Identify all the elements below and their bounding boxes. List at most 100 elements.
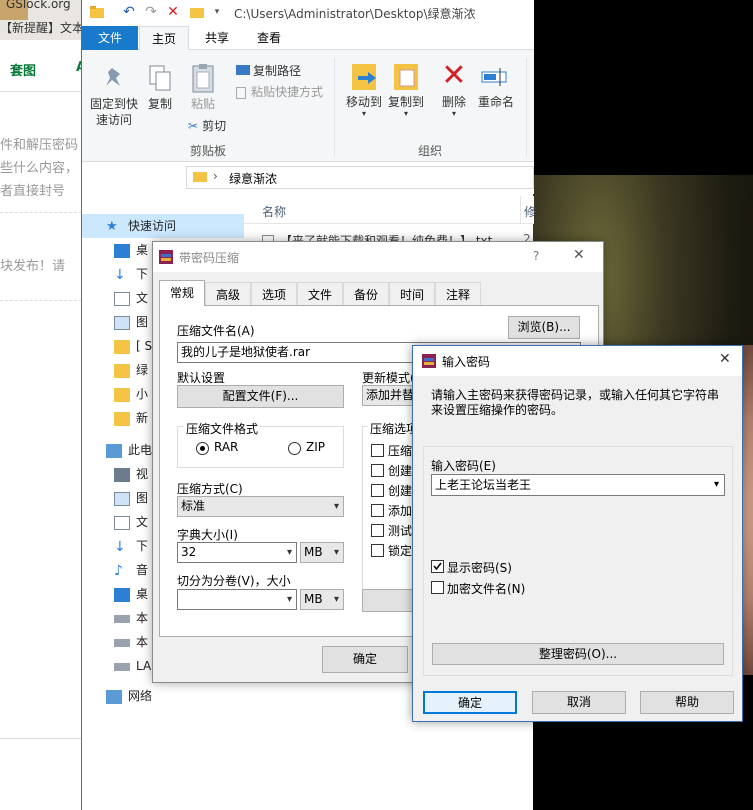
tab-file[interactable]: 文件 bbox=[82, 26, 138, 50]
address-bar[interactable]: › 绿意渐浓 bbox=[186, 166, 534, 189]
nav-item-label: [ S bbox=[136, 339, 153, 353]
nav-link-taotu[interactable]: 套图 bbox=[10, 60, 36, 79]
nav-item-local-disk[interactable]: 本 bbox=[114, 630, 148, 654]
tab-files[interactable]: 文件 bbox=[297, 282, 343, 306]
paste-shortcut-button[interactable]: 粘贴快捷方式 bbox=[236, 83, 323, 100]
nav-item-music[interactable]: ♪ 音 bbox=[114, 558, 148, 582]
delete-button[interactable]: ✕ 删除 ▾ bbox=[434, 60, 474, 118]
move-to-icon bbox=[348, 60, 380, 92]
copy-button[interactable]: 复制 bbox=[144, 62, 176, 112]
rename-button[interactable]: 重命名 bbox=[474, 60, 518, 110]
pin-quick-access-button[interactable]: 固定到快 速访问 bbox=[86, 62, 142, 128]
nav-quick-access[interactable]: ★ 快速访问 bbox=[106, 214, 176, 238]
delete-quick-icon[interactable]: ✕ bbox=[164, 3, 182, 21]
divider bbox=[0, 212, 82, 213]
password-cancel-button[interactable]: 取消 bbox=[532, 691, 626, 714]
split-size-select[interactable]: ▾ bbox=[177, 589, 297, 610]
dict-size-select[interactable]: 32 ▾ bbox=[177, 542, 297, 563]
browser-tab-title[interactable]: GSlock.org bbox=[6, 0, 71, 11]
nav-item-local-disk[interactable]: 本 bbox=[114, 606, 148, 630]
nav-item-folder[interactable]: 小 bbox=[114, 382, 148, 406]
desktop-icon bbox=[114, 243, 130, 258]
nav-network[interactable]: 网络 bbox=[106, 684, 152, 708]
password-input[interactable]: 上老王论坛当老王 ▾ bbox=[431, 474, 725, 496]
column-modified-header[interactable]: 修 bbox=[524, 203, 536, 220]
profiles-button[interactable]: 配置文件(F)... bbox=[177, 385, 344, 408]
nav-item-label: 文 bbox=[136, 515, 149, 529]
nav-item-documents[interactable]: 文 bbox=[114, 510, 148, 534]
dict-unit-select[interactable]: MB ▾ bbox=[300, 542, 344, 563]
method-select[interactable]: 标准 ▾ bbox=[177, 496, 344, 517]
option-checkbox[interactable] bbox=[371, 524, 384, 537]
folder-icon[interactable] bbox=[88, 3, 106, 21]
encrypt-filenames-checkbox[interactable] bbox=[431, 581, 444, 594]
archive-ok-button[interactable]: 确定 bbox=[322, 646, 408, 673]
tab-share[interactable]: 共享 bbox=[194, 26, 240, 50]
organize-passwords-button[interactable]: 整理密码(O)... bbox=[432, 643, 724, 665]
customize-toolbar-icon[interactable]: ▾ bbox=[208, 3, 226, 21]
browse-button[interactable]: 浏览(B)... bbox=[508, 316, 580, 339]
tab-comment[interactable]: 注释 bbox=[435, 282, 481, 306]
paste-button[interactable]: 粘贴 bbox=[186, 62, 220, 112]
nav-item-pictures[interactable]: 图 bbox=[114, 310, 148, 334]
dict-size-value: 32 bbox=[181, 545, 197, 559]
option-checkbox[interactable] bbox=[371, 444, 384, 457]
paste-shortcut-icon bbox=[236, 86, 246, 99]
nav-this-pc[interactable]: 此电 bbox=[106, 438, 152, 462]
redo-icon[interactable]: ↷ bbox=[142, 3, 160, 21]
option-checkbox[interactable] bbox=[371, 484, 384, 497]
close-icon[interactable]: ✕ bbox=[719, 351, 731, 367]
option-checkbox[interactable] bbox=[371, 504, 384, 517]
format-zip-label: ZIP bbox=[306, 440, 325, 454]
format-zip-radio[interactable] bbox=[288, 442, 301, 455]
password-help-button[interactable]: 帮助 bbox=[640, 691, 734, 714]
archive-dialog-title: 带密码压缩 bbox=[179, 251, 240, 265]
nav-item-pictures[interactable]: 图 bbox=[114, 486, 148, 510]
password-ok-button[interactable]: 确定 bbox=[423, 691, 517, 714]
nav-item-folder[interactable]: 绿 bbox=[114, 358, 148, 382]
option-label: 测试 bbox=[388, 524, 413, 538]
nav-quick-access-label: 快速访问 bbox=[128, 219, 177, 233]
close-icon[interactable]: ✕ bbox=[573, 247, 585, 263]
nav-item-drive[interactable]: LA bbox=[114, 654, 151, 678]
split-unit-select[interactable]: MB ▾ bbox=[300, 589, 344, 610]
chevron-down-icon[interactable]: ▾ bbox=[714, 475, 719, 495]
new-folder-icon[interactable] bbox=[188, 3, 206, 21]
browser-tab-title-2[interactable]: 【新提醒】文本 bbox=[0, 19, 82, 36]
help-question-icon[interactable]: ? bbox=[533, 249, 539, 263]
breadcrumb-current[interactable]: 绿意渐浓 bbox=[229, 170, 277, 187]
tab-general[interactable]: 常规 bbox=[159, 280, 205, 306]
move-to-button[interactable]: 移动到 ▾ bbox=[342, 60, 386, 118]
archive-name-label: 压缩文件名(A) bbox=[177, 324, 255, 338]
nav-item-videos[interactable]: 视 bbox=[114, 462, 148, 486]
split-label: 切分为分卷(V)，大小 bbox=[177, 574, 291, 588]
tab-advanced[interactable]: 高级 bbox=[205, 282, 251, 306]
show-password-checkbox[interactable] bbox=[431, 560, 444, 573]
option-label: 创建 bbox=[388, 464, 413, 478]
nav-item-desktop[interactable]: 桌 bbox=[114, 582, 148, 606]
tab-backup[interactable]: 备份 bbox=[343, 282, 389, 306]
document-icon bbox=[114, 515, 130, 530]
tab-home[interactable]: 主页 bbox=[139, 26, 189, 50]
tab-time[interactable]: 时间 bbox=[389, 282, 435, 306]
desktop-icon bbox=[114, 587, 130, 602]
delete-icon: ✕ bbox=[441, 58, 467, 93]
copy-to-button[interactable]: 复制到 ▾ bbox=[384, 60, 428, 118]
nav-item-folder[interactable]: [ S bbox=[114, 334, 152, 358]
tab-options[interactable]: 选项 bbox=[251, 282, 297, 306]
nav-item-desktop[interactable]: 桌 bbox=[114, 238, 148, 262]
nav-item-downloads[interactable]: ↓ 下 bbox=[114, 262, 148, 286]
format-rar-radio[interactable] bbox=[196, 442, 209, 455]
scissors-icon: ✂ bbox=[188, 119, 199, 133]
column-name-header[interactable]: 名称 bbox=[262, 203, 286, 220]
nav-item-folder[interactable]: 新 bbox=[114, 406, 148, 430]
pictures-icon bbox=[114, 315, 130, 330]
tab-view[interactable]: 查看 bbox=[246, 26, 292, 50]
copy-path-button[interactable]: 复制路径 bbox=[236, 62, 301, 79]
nav-item-documents[interactable]: 文 bbox=[114, 286, 148, 310]
undo-icon[interactable]: ↶ bbox=[120, 3, 138, 21]
nav-item-downloads[interactable]: ↓ 下 bbox=[114, 534, 148, 558]
option-checkbox[interactable] bbox=[371, 464, 384, 477]
option-checkbox[interactable] bbox=[371, 544, 384, 557]
cut-button[interactable]: ✂ 剪切 bbox=[188, 117, 226, 134]
